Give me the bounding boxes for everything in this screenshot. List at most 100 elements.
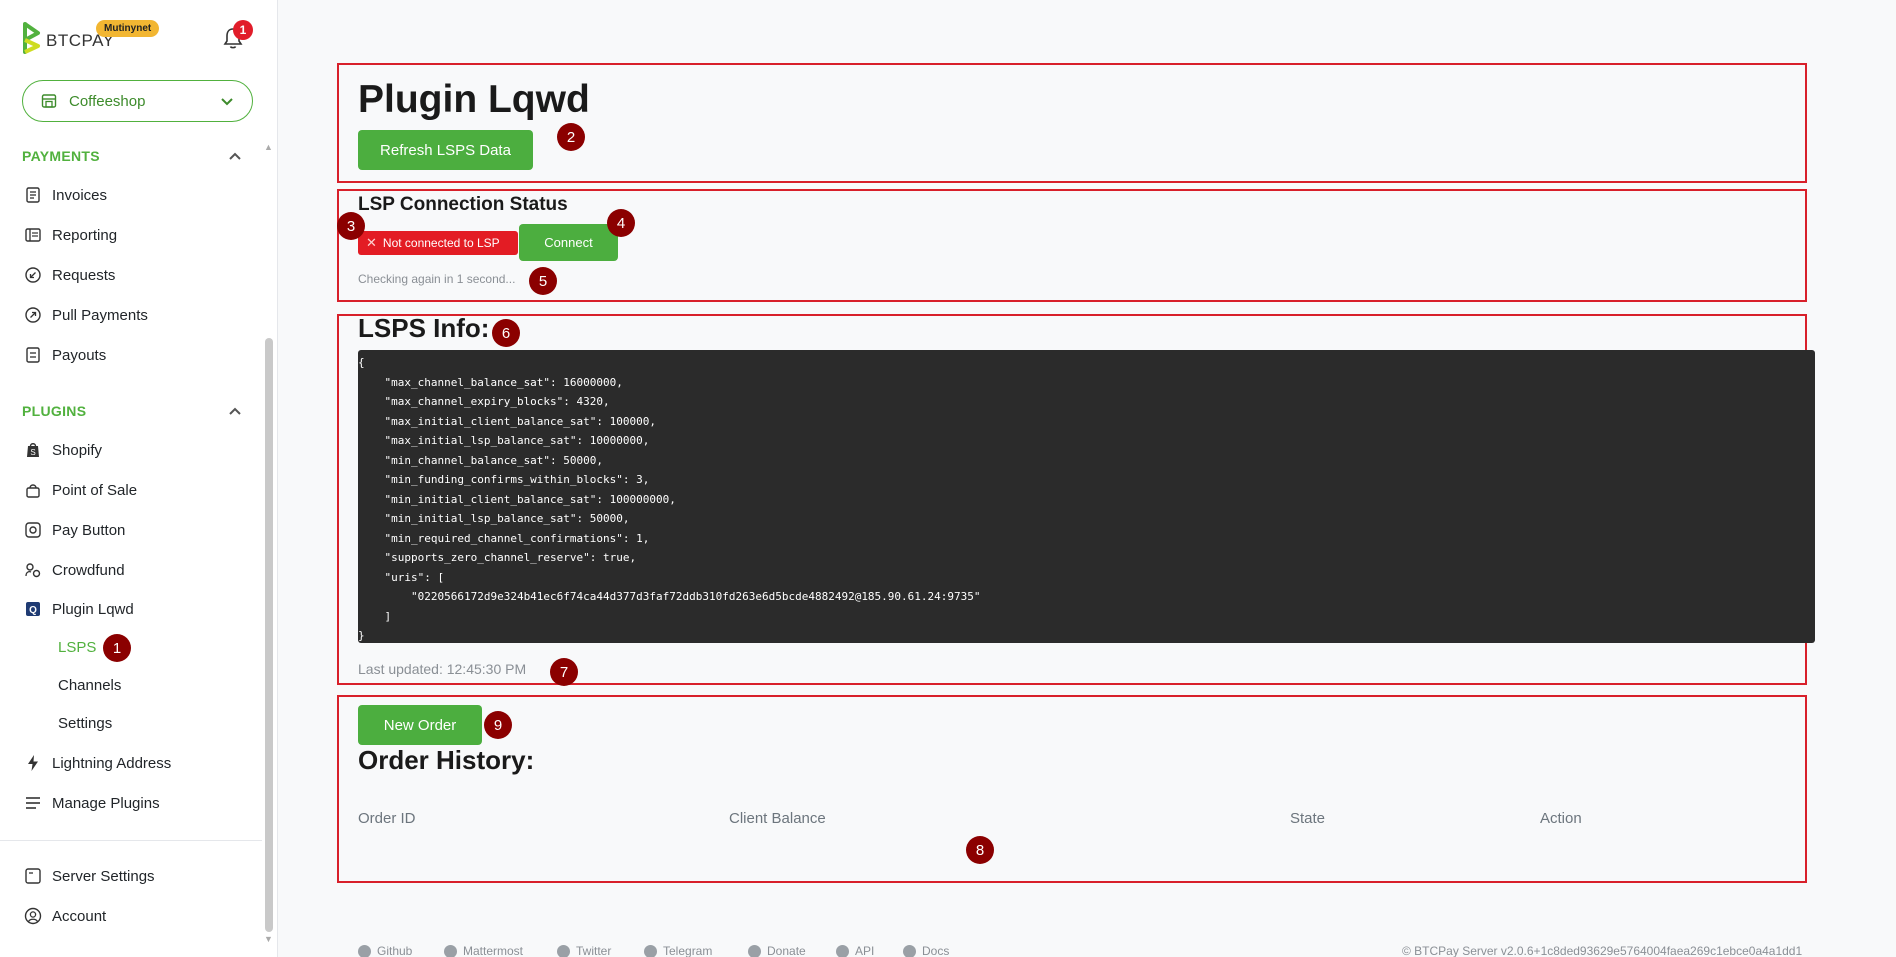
sidebar-item-reporting[interactable]: Reporting [24,226,117,244]
footer-link-twitter[interactable]: Twitter [557,944,611,957]
pos-icon [26,484,40,498]
store-name: Coffeeshop [69,92,146,110]
reporting-icon [25,228,41,242]
sidebar-item-pay-button[interactable]: Pay Button [24,521,125,539]
svg-text:S: S [30,448,35,457]
lightning-icon [28,755,38,771]
sidebar-item-account[interactable]: Account [24,907,106,925]
annotation-marker-6: 6 [492,319,520,347]
connect-button[interactable]: Connect [519,224,618,261]
sidebar-item-label: Reporting [52,226,118,244]
sidebar-item-lightning-address[interactable]: Lightning Address [24,754,171,772]
annotation-marker-1: 1 [103,634,131,662]
sidebar-item-invoices[interactable]: Invoices [24,186,107,204]
connection-status-text: Not connected to LSP [382,236,500,250]
sidebar-scrollbar[interactable] [265,338,273,932]
chevron-up-icon [229,152,241,160]
scroll-down-arrow[interactable]: ▼ [264,934,273,944]
store-icon [41,94,57,108]
order-history-heading: Order History: [358,745,535,775]
pay-button-icon [25,522,41,538]
sidebar-item-shopify[interactable]: S Shopify [24,441,102,459]
footer-link-donate[interactable]: Donate [748,944,806,957]
payments-section-toggle[interactable]: PAYMENTS [22,148,242,164]
sidebar-item-label: Crowdfund [52,561,125,579]
manage-plugins-icon [26,797,40,809]
footer-link-github[interactable]: Github [358,944,412,957]
sidebar-item-plugin-lqwd[interactable]: Q Plugin Lqwd [24,600,134,618]
sidebar-item-server-settings[interactable]: Server Settings [24,867,155,885]
column-header-client-balance[interactable]: Client Balance [729,810,826,827]
sidebar-item-label: Shopify [52,441,103,459]
annotation-marker-3: 3 [337,212,365,240]
sidebar-item-label: Server Settings [52,867,155,885]
sidebar-item-manage-plugins[interactable]: Manage Plugins [24,794,160,812]
sidebar-item-point-of-sale[interactable]: Point of Sale [24,481,137,499]
chevron-up-icon [229,407,241,415]
svg-text:Q: Q [29,605,37,616]
footer-link-label: Telegram [663,944,713,957]
telegram-icon [644,944,657,957]
store-selector[interactable]: Coffeeshop [22,80,253,122]
pull-payments-icon [25,307,41,323]
refresh-lsps-button[interactable]: Refresh LSPS Data [358,130,533,170]
sidebar-subitem-settings[interactable]: Settings [58,715,112,732]
app-root: BTCPAY Mutinynet 1 Coffeeshop PAYMENTS I… [0,0,1896,957]
lsps-info-heading: LSPS Info: [358,313,490,343]
lsps-json-block: { "max_channel_balance_sat": 16000000, "… [358,350,1815,643]
annotation-marker-8: 8 [966,836,994,864]
btcpay-logo-icon [23,22,40,54]
status-note: Checking again in 1 second... [358,272,516,286]
requests-icon [25,267,41,283]
footer-link-telegram[interactable]: Telegram [644,944,712,957]
sidebar-item-label: Point of Sale [52,481,138,499]
sidebar-divider [0,840,262,841]
account-icon [24,907,42,925]
footer-link-docs[interactable]: Docs [903,944,949,957]
close-icon: ✕ [366,235,377,250]
column-header-state[interactable]: State [1290,810,1325,827]
network-badge: Mutinynet [96,20,160,37]
sidebar-item-label: Pay Button [52,521,126,539]
mattermost-icon [444,944,457,957]
sidebar-subitem-channels[interactable]: Channels [58,677,121,694]
scroll-up-arrow[interactable]: ▲ [264,142,273,152]
sidebar: BTCPAY Mutinynet 1 Coffeeshop PAYMENTS I… [0,0,278,957]
lqwd-icon: Q [26,602,40,616]
sidebar-item-label: Lightning Address [52,754,172,772]
sidebar-item-payouts[interactable]: Payouts [24,346,106,364]
lsp-connection-heading: LSP Connection Status [358,194,568,215]
twitter-icon [557,944,570,957]
sidebar-item-crowdfund[interactable]: Crowdfund [24,561,125,579]
notification-count-badge: 1 [233,20,253,40]
github-icon [358,944,371,957]
shopify-icon: S [27,443,39,457]
sidebar-item-label: Invoices [52,186,108,204]
sidebar-item-label: Manage Plugins [52,794,160,812]
annotation-marker-4: 4 [607,209,635,237]
chevron-down-icon [221,98,233,106]
heart-icon [748,944,761,957]
page-title: Plugin Lqwd [358,78,590,121]
server-icon [25,868,41,884]
sidebar-subitem-lsps[interactable]: LSPS [58,639,96,656]
annotation-marker-9: 9 [484,711,512,739]
footer-link-label: Mattermost [463,944,524,957]
column-header-order-id[interactable]: Order ID [358,810,416,827]
sidebar-item-pull-payments[interactable]: Pull Payments [24,306,148,324]
payouts-icon [26,347,40,363]
new-order-button[interactable]: New Order [358,705,482,745]
column-header-action[interactable]: Action [1540,810,1582,827]
footer-link-label: Twitter [576,944,612,957]
plugins-heading: PLUGINS [22,403,87,419]
sidebar-item-requests[interactable]: Requests [24,266,115,284]
footer-link-label: Github [377,944,413,957]
sidebar-item-label: Payouts [52,346,107,364]
sidebar-item-label: Account [52,907,107,925]
annotation-marker-5: 5 [529,267,557,295]
footer-link-api[interactable]: API [836,944,874,957]
footer-link-mattermost[interactable]: Mattermost [444,944,523,957]
connection-status-badge: ✕ Not connected to LSP [358,231,518,255]
docs-icon [903,944,916,957]
plugins-section-toggle[interactable]: PLUGINS [22,403,242,419]
